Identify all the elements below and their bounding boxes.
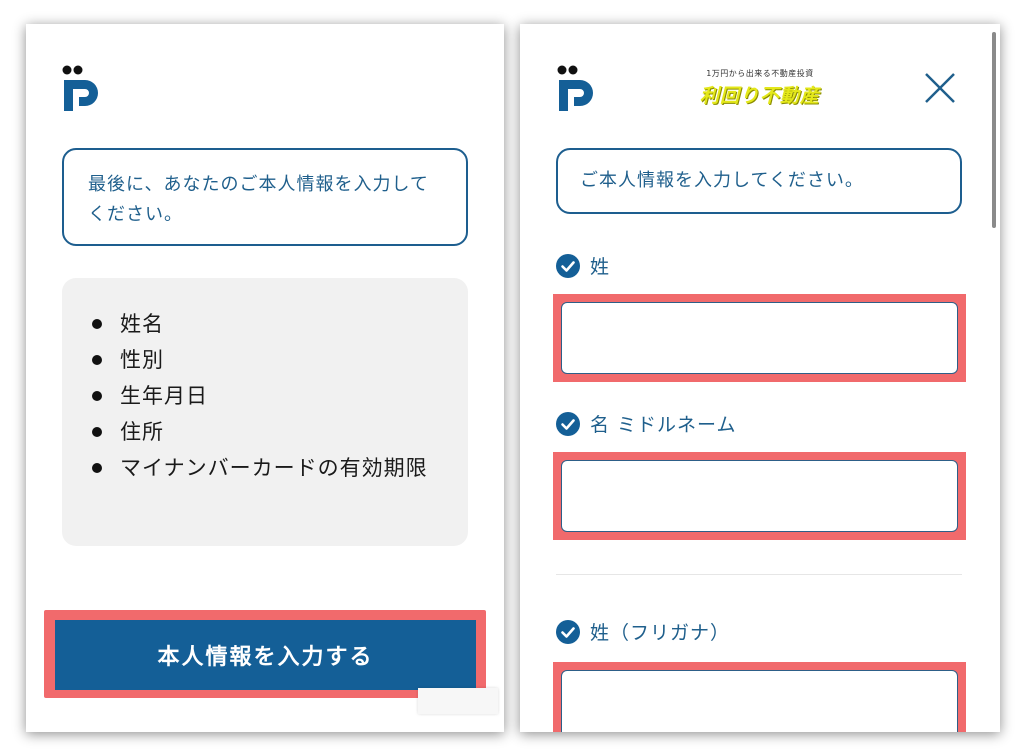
list-item-name: 姓名: [88, 306, 448, 342]
instruction-text: 最後に、あなたのご本人情報を入力してください。: [88, 174, 429, 225]
check-circle-icon: [556, 411, 580, 436]
field-label-first-middle-name: 名 ミドルネーム: [556, 410, 736, 437]
required-info-list: 姓名 性別 生年月日 住所 マイナンバーカードの有効期限: [62, 278, 468, 546]
last-name-kana-input[interactable]: [561, 670, 958, 732]
close-icon: [925, 73, 955, 103]
right-screen: 1万円から出来る不動産投資 利回り不動産 ご本人情報を入力してください。 姓 名…: [520, 24, 1000, 732]
field-label-text: 姓: [590, 256, 611, 278]
p-logo-icon: [556, 64, 602, 112]
field-label-text: 名 ミドルネーム: [590, 414, 737, 436]
list-item-gender: 性別: [88, 342, 448, 378]
instruction-message: ご本人情報を入力してください。: [556, 148, 962, 214]
enter-personal-info-button[interactable]: 本人情報を入力する: [55, 620, 476, 690]
section-divider: [556, 574, 962, 575]
list-item-address: 住所: [88, 414, 448, 450]
scrollbar[interactable]: [992, 32, 996, 228]
list-item-mynumber-expiry: マイナンバーカードの有効期限: [88, 450, 448, 486]
last-name-input[interactable]: [561, 302, 958, 374]
field-label-text: 姓（フリガナ）: [590, 622, 731, 644]
brand-tagline: 1万円から出来る不動産投資: [706, 69, 814, 78]
close-button[interactable]: [922, 70, 958, 106]
instruction-message: 最後に、あなたのご本人情報を入力してください。: [62, 148, 468, 246]
brand-name: 利回り不動産: [699, 85, 820, 107]
brand-logo: 1万円から出来る不動産投資 利回り不動産: [690, 68, 830, 112]
field-label-last-name: 姓: [556, 252, 610, 279]
p-logo-icon: [61, 64, 107, 112]
check-circle-icon: [556, 253, 580, 278]
first-middle-name-input[interactable]: [561, 460, 958, 532]
left-screen: 最後に、あなたのご本人情報を入力してください。 姓名 性別 生年月日 住所 マイ…: [26, 24, 504, 732]
field-label-last-name-kana: 姓（フリガナ）: [556, 618, 730, 645]
check-circle-icon: [556, 619, 580, 644]
recaptcha-badge: [418, 688, 498, 714]
instruction-text: ご本人情報を入力してください。: [580, 170, 864, 191]
list-item-birthdate: 生年月日: [88, 378, 448, 414]
